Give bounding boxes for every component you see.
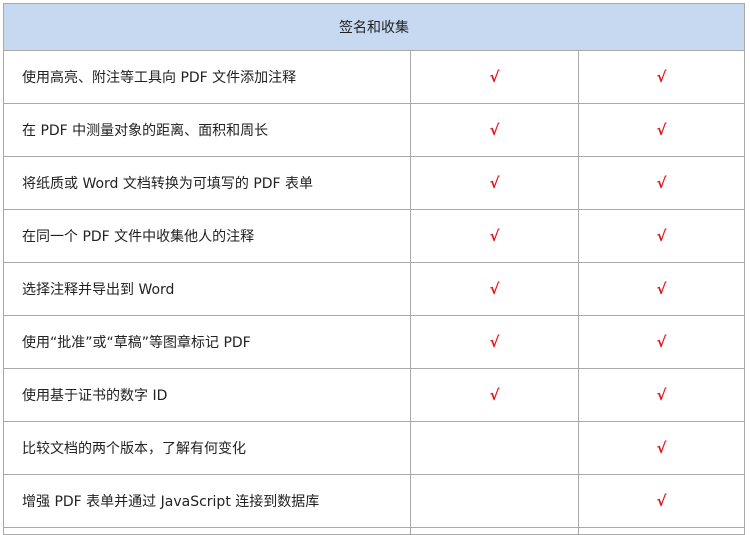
check-mark-icon: √: [656, 280, 667, 298]
feature-label: 在同一个 PDF 文件中收集他人的注释: [3, 209, 411, 263]
table-row: 选择注释并导出到 Word √ √: [3, 262, 746, 316]
table-row: 比较文档的两个版本，了解有何变化 √: [3, 421, 746, 475]
check-cell-col2: √: [410, 315, 579, 369]
feature-label: 使用“批准”或“草稿”等图章标记 PDF: [3, 315, 411, 369]
table-row: 使用高亮、附注等工具向 PDF 文件添加注释 √ √: [3, 50, 746, 104]
check-mark-icon: √: [656, 174, 667, 192]
empty-cell: [3, 527, 411, 535]
check-cell-col2: √: [410, 209, 579, 263]
check-mark-icon: √: [656, 492, 667, 510]
check-cell-col2: √: [410, 262, 579, 316]
empty-cell: [577, 527, 746, 535]
feature-label: 在 PDF 中测量对象的距离、面积和周长: [3, 103, 411, 157]
feature-label: 比较文档的两个版本，了解有何变化: [3, 421, 411, 475]
table-row: 使用基于证书的数字 ID √ √: [3, 368, 746, 422]
check-mark-icon: √: [656, 68, 667, 86]
table-row: 将纸质或 Word 文档转换为可填写的 PDF 表单 √ √: [3, 156, 746, 210]
table-row: 在同一个 PDF 文件中收集他人的注释 √ √: [3, 209, 746, 263]
feature-label: 使用基于证书的数字 ID: [3, 368, 411, 422]
table-row-partial: [3, 527, 746, 535]
feature-label: 使用高亮、附注等工具向 PDF 文件添加注释: [3, 50, 411, 104]
check-mark-icon: √: [489, 174, 500, 192]
check-mark-icon: √: [656, 227, 667, 245]
feature-label: 将纸质或 Word 文档转换为可填写的 PDF 表单: [3, 156, 411, 210]
table-row: 增强 PDF 表单并通过 JavaScript 连接到数据库 √: [3, 474, 746, 528]
check-mark-icon: √: [656, 386, 667, 404]
feature-label: 选择注释并导出到 Word: [3, 262, 411, 316]
check-cell-col2: [410, 421, 579, 475]
check-cell-col3: √: [577, 50, 746, 104]
check-mark-icon: √: [489, 333, 500, 351]
feature-label: 增强 PDF 表单并通过 JavaScript 连接到数据库: [3, 474, 411, 528]
feature-comparison-table-wrapper: 签名和收集 使用高亮、附注等工具向 PDF 文件添加注释 √ √ 在 PDF 中测量对…: [2, 3, 746, 535]
feature-comparison-table: 签名和收集 使用高亮、附注等工具向 PDF 文件添加注释 √ √ 在 PDF 中测量对…: [2, 3, 746, 535]
section-title: 签名和收集: [2, 3, 746, 51]
check-cell-col3: √: [577, 474, 746, 528]
check-mark-icon: √: [489, 68, 500, 86]
check-mark-icon: √: [656, 439, 667, 457]
check-mark-icon: √: [656, 333, 667, 351]
check-cell-col3: √: [577, 421, 746, 475]
check-cell-col3: √: [577, 262, 746, 316]
check-mark-icon: √: [489, 121, 500, 139]
check-cell-col3: √: [577, 315, 746, 369]
check-cell-col2: [410, 474, 579, 528]
empty-cell: [410, 527, 579, 535]
table-row: 在 PDF 中测量对象的距离、面积和周长 √ √: [3, 103, 746, 157]
check-mark-icon: √: [489, 280, 500, 298]
check-cell-col3: √: [577, 209, 746, 263]
check-cell-col2: √: [410, 368, 579, 422]
check-cell-col3: √: [577, 368, 746, 422]
section-header-row: 签名和收集: [2, 3, 746, 51]
check-cell-col3: √: [577, 103, 746, 157]
check-mark-icon: √: [489, 386, 500, 404]
table-row: 使用“批准”或“草稿”等图章标记 PDF √ √: [3, 315, 746, 369]
check-cell-col2: √: [410, 50, 579, 104]
check-cell-col2: √: [410, 103, 579, 157]
check-mark-icon: √: [656, 121, 667, 139]
check-cell-col2: √: [410, 156, 579, 210]
check-cell-col3: √: [577, 156, 746, 210]
check-mark-icon: √: [489, 227, 500, 245]
